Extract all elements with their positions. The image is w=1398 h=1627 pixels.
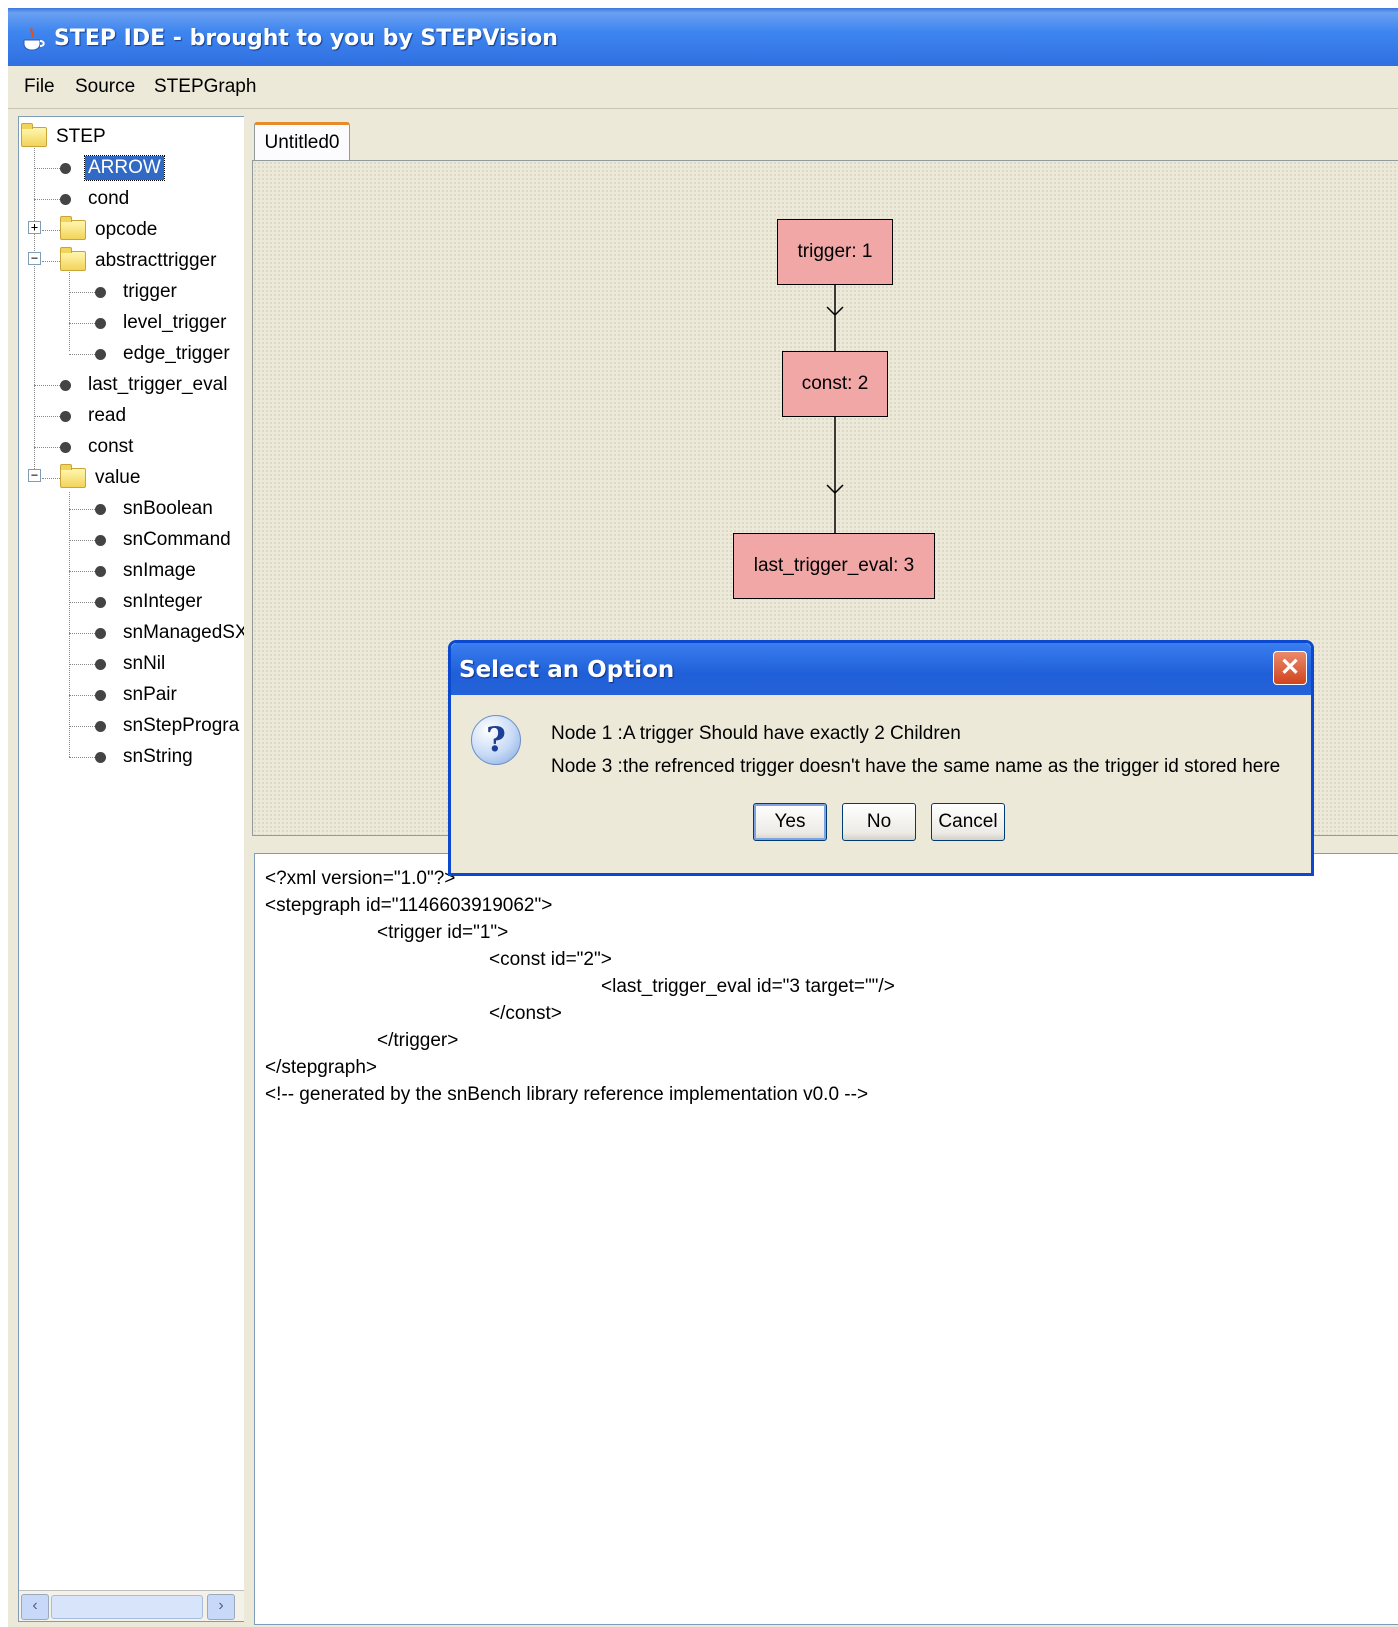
tree-item-level-trigger[interactable]: level_trigger [69,309,230,337]
menu-source[interactable]: Source [75,76,135,98]
folder-icon [21,123,47,147]
leaf-icon [95,689,106,701]
leaf-icon [60,410,71,422]
folder-icon [60,247,86,271]
tree-item-abstracttrigger[interactable]: abstracttrigger [34,247,219,275]
leaf-icon [60,441,71,453]
xml-line: </stepgraph> [265,1057,377,1078]
title-bar[interactable]: STEP IDE - brought to you by STEPVision [8,8,1398,66]
leaf-icon [95,317,106,329]
tree-panel: STEP ARROW cond + opcode − abstracttrigg… [18,116,246,1622]
xml-line: <?xml version="1.0"?> [265,868,456,889]
leaf-icon [60,193,71,205]
close-icon[interactable]: ✕ [1273,651,1307,685]
question-icon: ? [471,715,521,765]
tree-item-snstring[interactable]: snString [69,743,196,771]
tree-horizontal-scrollbar[interactable]: ‹ › [19,1590,245,1621]
menu-file[interactable]: File [24,76,55,98]
tree-item-snmanagedsx[interactable]: snManagedSX [69,619,245,647]
tree-item-snboolean[interactable]: snBoolean [69,495,216,523]
tree-item-read[interactable]: read [34,402,129,430]
tree-item-snnil[interactable]: snNil [69,650,168,678]
tree-item-sninteger[interactable]: snInteger [69,588,205,616]
tree-item-value[interactable]: value [34,464,143,492]
tree-item-snpair[interactable]: snPair [69,681,180,709]
window-title: STEP IDE - brought to you by STEPVision [54,26,558,51]
leaf-icon [95,658,106,670]
xml-line: <trigger id="1"> [377,922,509,943]
xml-source-panel[interactable]: <?xml version="1.0"?> <stepgraph id="114… [254,853,1398,1625]
xml-line: <!-- generated by the snBench library re… [265,1084,869,1105]
folder-icon [60,464,86,488]
xml-line: </trigger> [377,1030,459,1051]
tree-item-snimage[interactable]: snImage [69,557,199,585]
leaf-icon [95,565,106,577]
leaf-icon [95,534,106,546]
tree-item-trigger[interactable]: trigger [69,278,180,306]
tree-item-last-trigger-eval[interactable]: last_trigger_eval [34,371,230,399]
tree-item-opcode[interactable]: opcode [34,216,160,244]
xml-line: <const id="2"> [489,949,612,970]
menu-bar: File Source STEPGraph [8,66,1398,109]
tree-item-sncommand[interactable]: snCommand [69,526,234,554]
leaf-icon [95,596,106,608]
graph-node-last-trigger-eval[interactable]: last_trigger_eval: 3 [733,533,935,599]
leaf-icon [95,348,106,360]
no-button[interactable]: No [842,803,916,841]
graph-node-const[interactable]: const: 2 [782,351,888,417]
leaf-icon [60,162,71,174]
dialog-message-2: Node 3 :the refrenced trigger doesn't ha… [551,756,1281,777]
folder-icon [60,216,86,240]
java-coffee-icon [23,27,45,51]
tree-item-cond[interactable]: cond [34,185,132,213]
scroll-left-icon[interactable]: ‹ [21,1594,49,1620]
tab-untitled0[interactable]: Untitled0 [254,122,350,161]
leaf-icon [95,627,106,639]
yes-button[interactable]: Yes [753,803,827,841]
menu-stepgraph[interactable]: STEPGraph [154,76,256,98]
tree-item-arrow[interactable]: ARROW [34,154,165,182]
xml-line: <last_trigger_eval id="3 target=""/> [601,976,895,997]
leaf-icon [95,751,106,763]
leaf-icon [95,720,106,732]
dialog-message-1: Node 1 :A trigger Should have exactly 2 … [551,723,961,744]
cancel-button[interactable]: Cancel [931,803,1005,841]
select-option-dialog: Select an Option ✕ ? Node 1 :A trigger S… [448,640,1314,876]
tree-item-const[interactable]: const [34,433,136,461]
graph-node-trigger[interactable]: trigger: 1 [777,219,893,285]
leaf-icon [95,286,106,298]
scroll-thumb[interactable] [51,1595,203,1619]
xml-line: </const> [489,1003,562,1024]
tree-root-step[interactable]: STEP [21,123,109,151]
dialog-title-bar[interactable]: Select an Option ✕ [451,643,1311,695]
leaf-icon [95,503,106,515]
dialog-title: Select an Option [459,657,675,683]
tree-item-snstepprogram[interactable]: snStepProgra [69,712,242,740]
scroll-right-icon[interactable]: › [207,1594,235,1620]
tree-item-edge-trigger[interactable]: edge_trigger [69,340,233,368]
leaf-icon [60,379,71,391]
xml-line: <stepgraph id="1146603919062"> [265,895,553,916]
